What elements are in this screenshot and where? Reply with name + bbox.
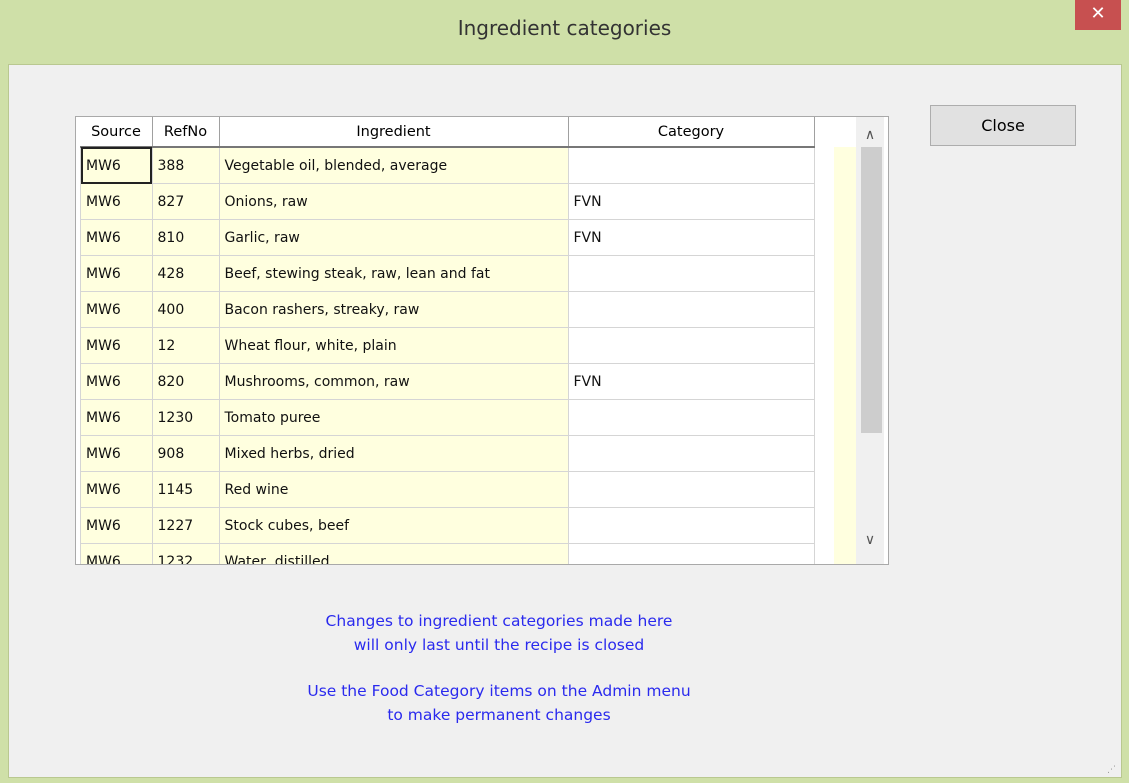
cell-category[interactable]	[567, 327, 815, 364]
cell-source[interactable]: MW6	[80, 543, 153, 564]
table-row[interactable]: MW6 1230 Tomato puree	[80, 399, 815, 436]
cell-ingredient[interactable]: Water, distilled	[218, 543, 569, 564]
cell-category[interactable]	[567, 255, 815, 292]
cell-category[interactable]	[567, 471, 815, 508]
cell-ingredient[interactable]: Onions, raw	[218, 183, 569, 220]
table-row[interactable]: MW6 400 Bacon rashers, streaky, raw	[80, 291, 815, 328]
table-row[interactable]: MW6 12 Wheat flour, white, plain	[80, 327, 815, 364]
table-row[interactable]: MW6 428 Beef, stewing steak, raw, lean a…	[80, 255, 815, 292]
cell-ingredient[interactable]: Tomato puree	[218, 399, 569, 436]
cell-ingredient[interactable]: Vegetable oil, blended, average	[218, 146, 569, 184]
cell-ingredient[interactable]: Mushrooms, common, raw	[218, 363, 569, 400]
table-header-row: Source RefNo Ingredient Category	[80, 117, 815, 148]
cell-category[interactable]	[567, 399, 815, 436]
cell-source[interactable]: MW6	[80, 255, 153, 292]
table-row[interactable]: MW6 388 Vegetable oil, blended, average	[80, 146, 815, 184]
vertical-scrollbar[interactable]: ∧ ∨	[856, 117, 884, 564]
title-bar: Ingredient categories ✕	[0, 0, 1129, 64]
cell-refno[interactable]: 810	[151, 219, 220, 256]
cell-ingredient[interactable]: Beef, stewing steak, raw, lean and fat	[218, 255, 569, 292]
cell-ingredient[interactable]: Wheat flour, white, plain	[218, 327, 569, 364]
cell-refno[interactable]: 1230	[151, 399, 220, 436]
cell-source[interactable]: MW6	[80, 435, 153, 472]
cell-refno[interactable]: 1227	[151, 507, 220, 544]
cell-source[interactable]: MW6	[80, 183, 153, 220]
cell-source[interactable]: MW6	[80, 146, 153, 184]
table-row[interactable]: MW6 820 Mushrooms, common, raw FVN	[80, 363, 815, 400]
column-header-source[interactable]: Source	[80, 117, 153, 148]
note-temporary-changes: Changes to ingredient categories made he…	[249, 609, 749, 657]
ingredient-categories-dialog: Ingredient categories ✕ Source RefNo Ing…	[0, 0, 1129, 783]
cell-ingredient[interactable]: Bacon rashers, streaky, raw	[218, 291, 569, 328]
table-row[interactable]: MW6 810 Garlic, raw FVN	[80, 219, 815, 256]
window-title: Ingredient categories	[457, 16, 672, 40]
column-header-ingredient[interactable]: Ingredient	[219, 117, 569, 148]
cell-source[interactable]: MW6	[80, 507, 153, 544]
ingredient-table: Source RefNo Ingredient Category MW6 388…	[80, 117, 815, 564]
cell-category[interactable]	[567, 507, 815, 544]
cell-refno[interactable]: 1232	[151, 543, 220, 564]
ingredient-grid[interactable]: Source RefNo Ingredient Category MW6 388…	[75, 116, 889, 565]
scroll-down-icon[interactable]: ∨	[856, 532, 884, 556]
cell-source[interactable]: MW6	[80, 219, 153, 256]
cell-refno[interactable]: 428	[151, 255, 220, 292]
cell-category[interactable]: FVN	[567, 363, 815, 400]
column-header-category[interactable]: Category	[568, 117, 815, 148]
cell-ingredient[interactable]: Stock cubes, beef	[218, 507, 569, 544]
window-close-icon[interactable]: ✕	[1075, 0, 1121, 30]
cell-source[interactable]: MW6	[80, 327, 153, 364]
cell-category[interactable]: FVN	[567, 183, 815, 220]
cell-refno[interactable]: 12	[151, 327, 220, 364]
cell-refno[interactable]: 827	[151, 183, 220, 220]
cell-category[interactable]	[567, 435, 815, 472]
note-line: Changes to ingredient categories made he…	[325, 612, 673, 630]
resize-grip-icon[interactable]: ⋰	[1107, 765, 1117, 775]
table-row[interactable]: MW6 1232 Water, distilled	[80, 543, 815, 564]
cell-source[interactable]: MW6	[80, 291, 153, 328]
cell-refno[interactable]: 400	[151, 291, 220, 328]
table-row[interactable]: MW6 827 Onions, raw FVN	[80, 183, 815, 220]
cell-ingredient[interactable]: Garlic, raw	[218, 219, 569, 256]
scroll-thumb[interactable]	[861, 147, 882, 433]
cell-refno[interactable]: 1145	[151, 471, 220, 508]
cell-category[interactable]	[567, 146, 815, 184]
dialog-body: Source RefNo Ingredient Category MW6 388…	[8, 64, 1122, 778]
cell-category[interactable]	[567, 291, 815, 328]
table-row[interactable]: MW6 908 Mixed herbs, dried	[80, 435, 815, 472]
table-row[interactable]: MW6 1145 Red wine	[80, 471, 815, 508]
close-button[interactable]: Close	[930, 105, 1076, 146]
cell-refno[interactable]: 388	[151, 146, 220, 184]
cell-source[interactable]: MW6	[80, 399, 153, 436]
cell-ingredient[interactable]: Red wine	[218, 471, 569, 508]
cell-source[interactable]: MW6	[80, 363, 153, 400]
grid-filler	[834, 147, 856, 564]
note-line: to make permanent changes	[387, 706, 611, 724]
table-row[interactable]: MW6 1227 Stock cubes, beef	[80, 507, 815, 544]
cell-source[interactable]: MW6	[80, 471, 153, 508]
note-line: Use the Food Category items on the Admin…	[307, 682, 691, 700]
cell-refno[interactable]: 820	[151, 363, 220, 400]
cell-refno[interactable]: 908	[151, 435, 220, 472]
cell-category[interactable]: FVN	[567, 219, 815, 256]
cell-ingredient[interactable]: Mixed herbs, dried	[218, 435, 569, 472]
note-line: will only last until the recipe is close…	[353, 636, 645, 654]
note-permanent-changes: Use the Food Category items on the Admin…	[249, 679, 749, 727]
column-header-refno[interactable]: RefNo	[152, 117, 220, 148]
cell-category[interactable]	[567, 543, 815, 564]
